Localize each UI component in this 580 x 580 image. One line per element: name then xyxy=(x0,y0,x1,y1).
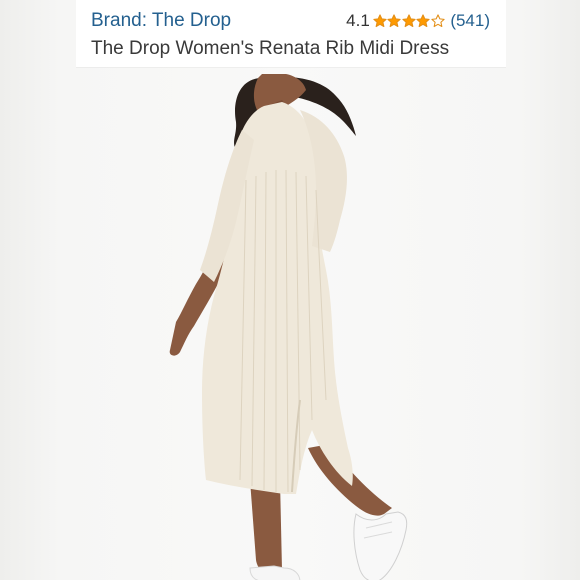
review-count-link[interactable]: (541) xyxy=(450,11,490,31)
rating-value: 4.1 xyxy=(346,11,370,30)
product-listing-screenshot: Brand: The Drop 4.1 (541) The Drop Women… xyxy=(0,0,580,580)
star-outline-icon xyxy=(431,14,445,28)
brand-link[interactable]: Brand: The Drop xyxy=(91,10,231,32)
star-rating[interactable] xyxy=(373,14,446,28)
star-filled-icon xyxy=(387,14,401,28)
star-filled-icon xyxy=(402,14,416,28)
product-header-card: Brand: The Drop 4.1 (541) The Drop Women… xyxy=(76,0,506,67)
rating-summary[interactable]: 4.1 (541) xyxy=(346,11,490,31)
product-title: The Drop Women's Renata Rib Midi Dress xyxy=(91,38,450,59)
star-filled-icon xyxy=(373,14,387,28)
product-photo xyxy=(169,74,408,580)
star-filled-icon xyxy=(416,14,430,28)
